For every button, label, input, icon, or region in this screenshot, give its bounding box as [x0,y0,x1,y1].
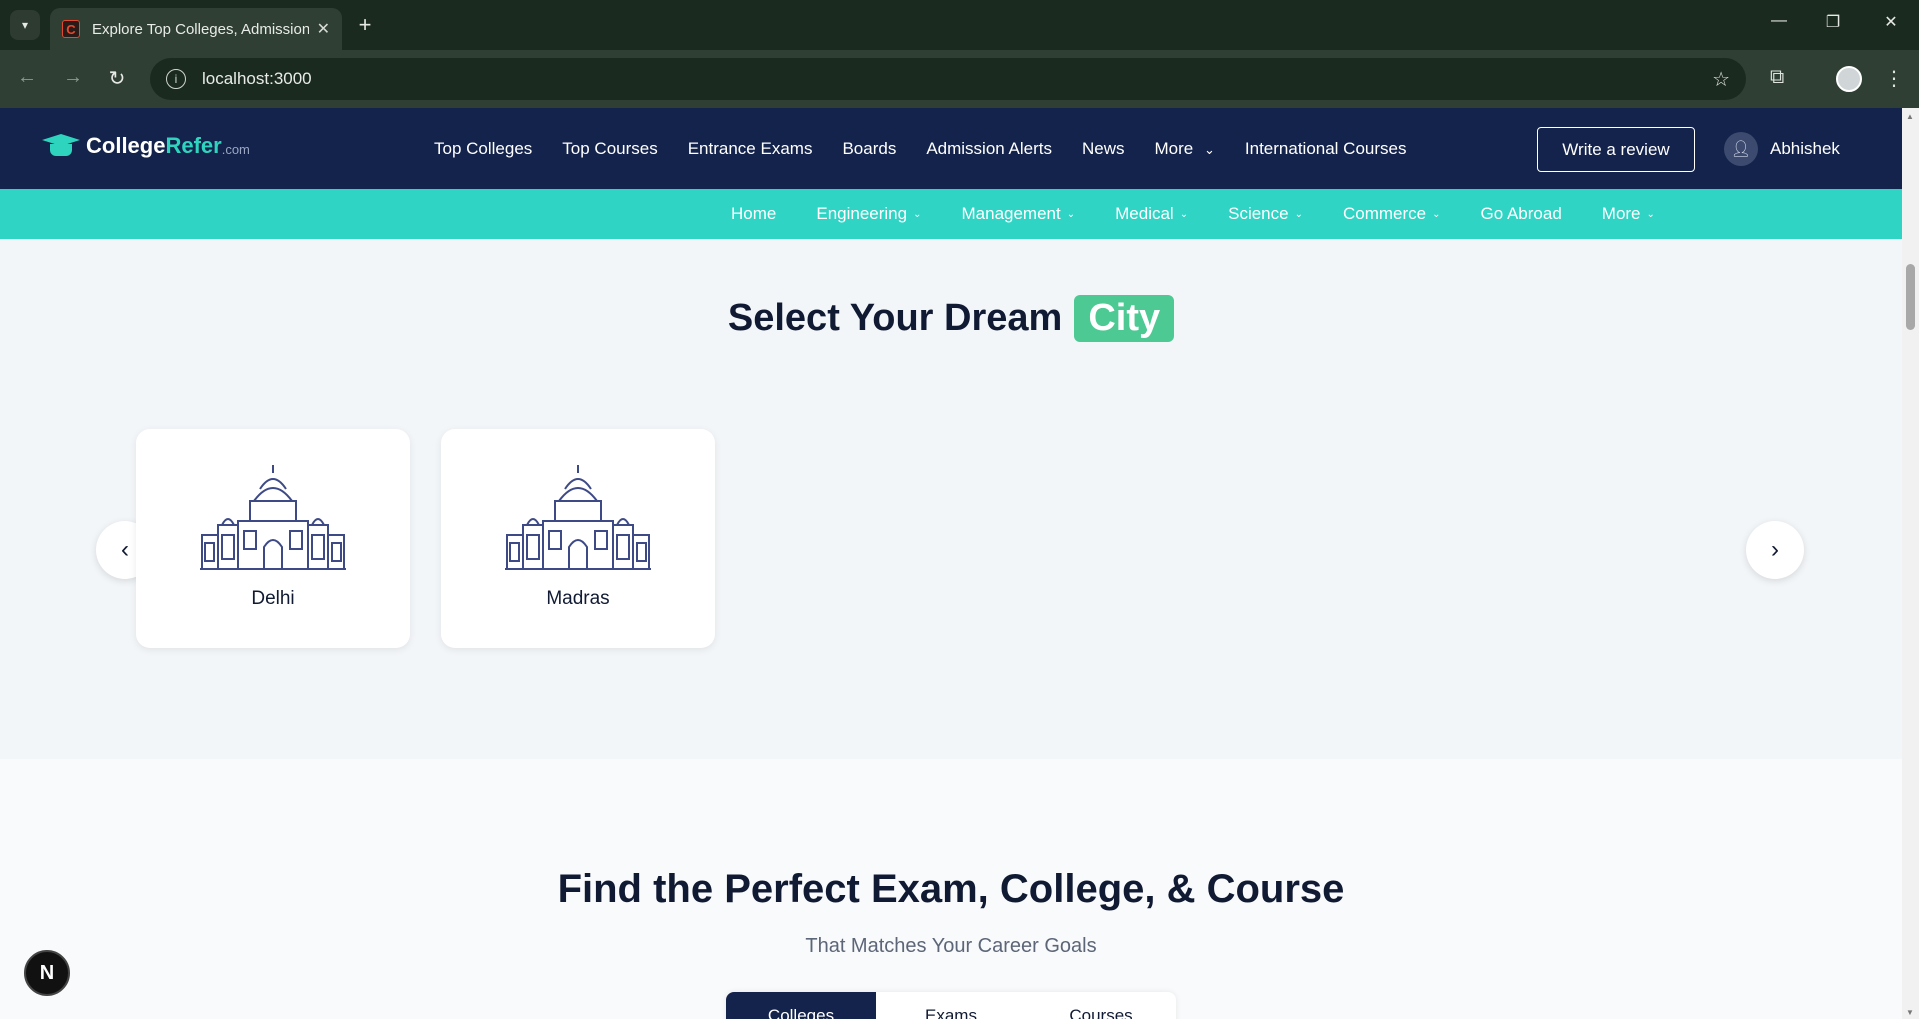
restore-icon[interactable]: ❐ [1818,12,1848,32]
site-logo[interactable]: College Refer .com [42,132,250,160]
carousel-next-button[interactable]: › [1746,521,1804,579]
chevron-down-icon: ⌄ [913,208,922,220]
subnav-go-abroad[interactable]: Go Abroad [1481,204,1562,224]
find-section-subtitle: That Matches Your Career Goals [805,935,1097,957]
nav-more-label: More [1154,138,1194,158]
monument-icon [200,465,346,570]
subnav-label: Home [731,204,777,223]
chevron-down-icon: ⌄ [1432,208,1441,220]
chevron-down-icon: ⌄ [1294,208,1303,220]
logo-text-main: College [86,133,166,158]
graduation-cap-icon [42,132,80,160]
dev-tools-badge[interactable]: N [24,950,70,996]
scroll-thumb[interactable] [1906,264,1915,330]
browser-toolbar: ← → ↻ i localhost:3000 ☆ ⧉ ⋮ [0,50,1919,108]
nav-top-colleges[interactable]: Top Colleges [434,139,532,159]
favicon-icon: C [62,20,80,38]
subnav-more[interactable]: More ⌄ [1602,204,1655,224]
scroll-down-icon[interactable]: ▼ [1906,1008,1914,1017]
subnav-label: More [1601,204,1641,223]
nav-international-courses[interactable]: International Courses [1245,139,1407,159]
back-icon[interactable]: ← [14,66,40,89]
chevron-down-icon: ⌄ [1646,208,1655,220]
city-section: Select Your Dream City ‹ › Delhi Madras [0,239,1902,759]
address-bar[interactable]: i localhost:3000 ☆ [150,58,1746,100]
user-icon: 👤︎ [1724,132,1758,166]
page-scrollbar[interactable]: ▲ ▼ [1902,108,1919,1019]
forward-icon[interactable]: → [60,66,86,89]
user-name: Abhishek [1770,139,1840,158]
city-name: Delhi [251,588,295,609]
logo-suffix: .com [221,141,250,157]
monument-icon [505,465,651,570]
write-review-button[interactable]: Write a review [1537,127,1695,172]
nav-entrance-exams[interactable]: Entrance Exams [688,139,813,159]
minimize-icon[interactable]: — [1764,12,1794,30]
tab-search-icon[interactable]: ▾ [10,10,40,40]
city-card-delhi[interactable]: Delhi [136,429,410,648]
city-title-highlight: City [1074,295,1175,342]
subnav-label: Medical [1115,204,1174,223]
close-tab-icon[interactable]: ✕ [317,19,330,39]
reload-icon[interactable]: ↻ [104,66,130,91]
city-card-madras[interactable]: Madras [441,429,715,648]
subnav-medical[interactable]: Medical ⌄ [1115,204,1188,224]
subnav-engineering[interactable]: Engineering ⌄ [816,204,921,224]
find-section: Find the Perfect Exam, College, & Course… [0,759,1902,1019]
search-tabs: Colleges Exams Courses [726,992,1176,1019]
nav-more[interactable]: More ⌄ [1155,139,1215,159]
subnav-label: Science [1228,204,1289,223]
logo-text-accent: Refer [165,133,222,158]
tab-exams[interactable]: Exams [876,992,1026,1019]
nav-news[interactable]: News [1082,139,1125,159]
subnav-label: Go Abroad [1480,204,1562,223]
find-section-title: Find the Perfect Exam, College, & Course [557,867,1345,911]
browser-profile-avatar[interactable] [1836,66,1862,92]
nav-boards[interactable]: Boards [842,139,896,159]
city-name: Madras [546,588,610,609]
city-section-title: Select Your Dream City [0,295,1902,342]
tab-courses[interactable]: Courses [1026,992,1176,1019]
tab-colleges[interactable]: Colleges [726,992,876,1019]
chevron-down-icon: ⌄ [1203,141,1215,157]
chevron-right-icon: › [1771,536,1779,563]
scroll-up-icon[interactable]: ▲ [1906,112,1914,121]
browser-tab-bar: ▾ C Explore Top Colleges, Admissions ✕ +… [0,0,1919,50]
subnav-home[interactable]: Home [731,204,776,224]
new-tab-icon[interactable]: + [352,12,378,38]
site-info-icon[interactable]: i [166,69,186,89]
browser-tab[interactable]: C Explore Top Colleges, Admissions ✕ [50,8,342,50]
close-window-icon[interactable]: ✕ [1876,12,1906,32]
city-title-prefix: Select Your Dream [727,297,1063,339]
subnav-label: Management [961,204,1061,223]
subnav-commerce[interactable]: Commerce ⌄ [1343,204,1441,224]
nav-admission-alerts[interactable]: Admission Alerts [926,139,1052,159]
chevron-down-icon: ⌄ [1066,208,1076,220]
category-nav: Home Engineering ⌄ Management ⌄ Medical ⌄ S… [0,189,1902,239]
extensions-icon[interactable]: ⧉ [1770,66,1784,89]
url-text[interactable]: localhost:3000 [202,69,1712,89]
bookmark-star-icon[interactable]: ☆ [1712,67,1730,92]
tab-title: Explore Top Colleges, Admissions [92,20,309,38]
nav-top-courses[interactable]: Top Courses [562,139,657,159]
main-nav: Top Colleges Top Courses Entrance Exams … [434,108,1436,189]
user-menu[interactable]: 👤︎ Abhishek [1724,132,1840,166]
subnav-management[interactable]: Management ⌄ [962,204,1076,224]
chevron-left-icon: ‹ [121,536,129,563]
subnav-label: Commerce [1342,204,1427,223]
browser-menu-icon[interactable]: ⋮ [1884,66,1904,91]
subnav-science[interactable]: Science ⌄ [1228,204,1303,224]
subnav-label: Engineering [816,204,908,223]
site-header: College Refer .com Top Colleges Top Course… [0,108,1902,189]
chevron-down-icon: ⌄ [1179,208,1189,220]
